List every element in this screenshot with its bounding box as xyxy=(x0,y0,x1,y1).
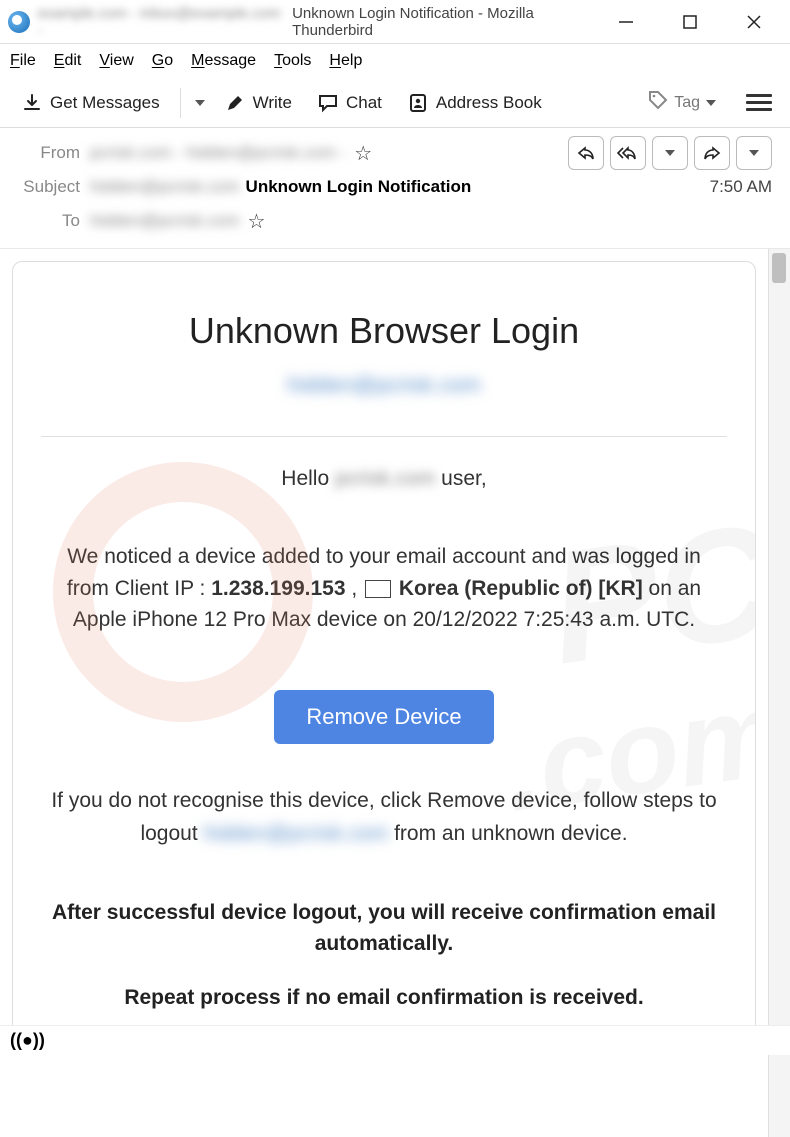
menu-tools[interactable]: Tools xyxy=(274,52,311,70)
get-messages-dropdown[interactable] xyxy=(191,94,209,112)
divider xyxy=(41,436,727,437)
star-to-button[interactable]: ☆ xyxy=(248,209,266,234)
menu-message[interactable]: Message xyxy=(191,52,256,70)
address-book-label: Address Book xyxy=(436,93,542,113)
email-subtitle: hidden@pcrisk.com xyxy=(41,372,727,398)
tag-icon xyxy=(648,90,668,115)
tag-button[interactable]: Tag xyxy=(638,84,726,121)
chat-label: Chat xyxy=(346,93,382,113)
subject-prefix: hidden@pcrisk.com xyxy=(90,177,240,197)
menu-view[interactable]: View xyxy=(99,52,133,70)
menu-help[interactable]: Help xyxy=(329,52,362,70)
reply-button[interactable] xyxy=(568,136,604,170)
from-label: From xyxy=(18,143,80,163)
menu-go[interactable]: Go xyxy=(152,52,173,70)
maximize-button[interactable] xyxy=(678,10,702,34)
notice-paragraph: We noticed a device added to your email … xyxy=(41,541,727,636)
chat-icon xyxy=(318,93,338,113)
address-book-button[interactable]: Address Book xyxy=(398,87,552,119)
status-bar: ((●)) xyxy=(0,1025,790,1055)
reply-all-button[interactable] xyxy=(610,136,646,170)
email-title: Unknown Browser Login xyxy=(41,310,727,352)
remote-content-icon[interactable]: ((●)) xyxy=(10,1030,45,1051)
chevron-down-icon xyxy=(665,150,675,156)
message-body-area: PC .com Unknown Browser Login hidden@pcr… xyxy=(0,249,790,1137)
chevron-down-icon xyxy=(195,100,205,106)
menu-edit[interactable]: Edit xyxy=(54,52,82,70)
chevron-down-icon xyxy=(749,150,759,156)
from-value: pcrisk.com - hidden@pcrisk.com - xyxy=(90,143,346,163)
get-messages-button[interactable]: Get Messages xyxy=(12,87,170,119)
remove-device-button[interactable]: Remove Device xyxy=(274,690,493,744)
to-label: To xyxy=(18,211,80,231)
scrollbar-thumb[interactable] xyxy=(772,253,786,283)
bold-note-1: After successful device logout, you will… xyxy=(41,897,727,960)
close-button[interactable] xyxy=(742,10,766,34)
scrollbar[interactable] xyxy=(768,249,790,1137)
chevron-down-icon xyxy=(706,100,716,106)
message-header: From pcrisk.com - hidden@pcrisk.com - ☆ … xyxy=(0,128,790,249)
write-button[interactable]: Write xyxy=(215,87,302,119)
reply-all-dropdown[interactable] xyxy=(652,136,688,170)
instruction-paragraph: If you do not recognise this device, cli… xyxy=(41,784,727,851)
menu-bar: File Edit View Go Message Tools Help xyxy=(0,44,790,78)
download-icon xyxy=(22,93,42,113)
tag-label: Tag xyxy=(674,94,700,112)
message-viewport[interactable]: PC .com Unknown Browser Login hidden@pcr… xyxy=(0,249,768,1137)
bold-note-2: Repeat process if no email confirmation … xyxy=(41,986,727,1010)
address-book-icon xyxy=(408,93,428,113)
flag-icon xyxy=(365,580,391,598)
message-time: 7:50 AM xyxy=(710,177,772,197)
subject-label: Subject xyxy=(18,177,80,197)
chat-button[interactable]: Chat xyxy=(308,87,392,119)
pencil-icon xyxy=(225,93,245,113)
title-bar: example.com - inbox@example.com - Unknow… xyxy=(0,0,790,44)
menu-file[interactable]: File xyxy=(10,52,36,70)
more-actions-dropdown[interactable] xyxy=(736,136,772,170)
get-messages-label: Get Messages xyxy=(50,93,160,113)
email-content: PC .com Unknown Browser Login hidden@pcr… xyxy=(12,261,756,1039)
to-value: hidden@pcrisk.com xyxy=(90,211,240,231)
forward-button[interactable] xyxy=(694,136,730,170)
greeting: Hello pcrisk.com user, xyxy=(41,467,727,491)
minimize-button[interactable] xyxy=(614,10,638,34)
toolbar: Get Messages Write Chat Address Book Tag xyxy=(0,78,790,128)
title-account: example.com - inbox@example.com - xyxy=(38,5,286,39)
thunderbird-icon xyxy=(8,11,30,33)
star-from-button[interactable]: ☆ xyxy=(354,141,372,166)
window-title: Unknown Login Notification - Mozilla Thu… xyxy=(292,5,614,39)
subject-value: Unknown Login Notification xyxy=(246,177,472,197)
write-label: Write xyxy=(253,93,292,113)
app-menu-button[interactable] xyxy=(746,94,772,111)
